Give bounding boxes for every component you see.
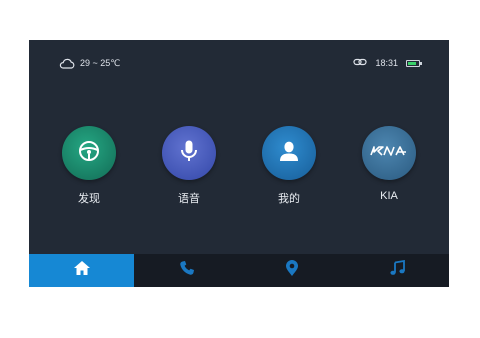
app-discover[interactable]: 发现 [54,126,124,206]
phone-icon [179,260,195,281]
home-icon [73,260,91,281]
kia-logo [370,144,408,162]
app-voice-icon-circle[interactable] [162,126,216,180]
clock-text: 18:31 [375,58,398,68]
app-profile-label: 我的 [278,193,300,205]
app-kia[interactable]: KIA [354,126,424,202]
temperature-text: 29 ~ 25℃ [80,58,121,68]
dock-tab-navigation[interactable] [239,254,344,287]
steering-wheel-icon [78,140,100,167]
app-launcher: 发现 语音 我的 KIA [29,126,449,216]
battery-level-fill [408,61,416,65]
microphone-icon [179,139,199,168]
user-icon [278,140,300,167]
battery-icon [406,59,422,67]
app-voice[interactable]: 语音 [154,126,224,206]
status-bar: 29 ~ 25℃ 18:31 [29,40,449,80]
home-screen: 29 ~ 25℃ 18:31 发现 语音 我的 KIA [29,40,449,287]
bottom-dock [29,254,449,287]
app-voice-label: 语音 [178,193,200,205]
map-pin-icon [285,259,299,282]
status-right: 18:31 [353,58,422,68]
dock-tab-music[interactable] [344,254,449,287]
dock-tab-home[interactable] [29,254,134,287]
dock-tab-phone[interactable] [134,254,239,287]
app-kia-label: KIA [380,190,398,202]
app-profile-icon-circle[interactable] [262,126,316,180]
link-icon [353,58,368,68]
app-discover-label: 发现 [78,193,100,205]
app-profile[interactable]: 我的 [254,126,324,206]
app-discover-icon-circle[interactable] [62,126,116,180]
app-kia-icon-circle[interactable] [362,126,416,180]
cloud-icon [59,58,75,69]
music-icon [389,259,405,281]
weather-widget: 29 ~ 25℃ [59,58,120,69]
